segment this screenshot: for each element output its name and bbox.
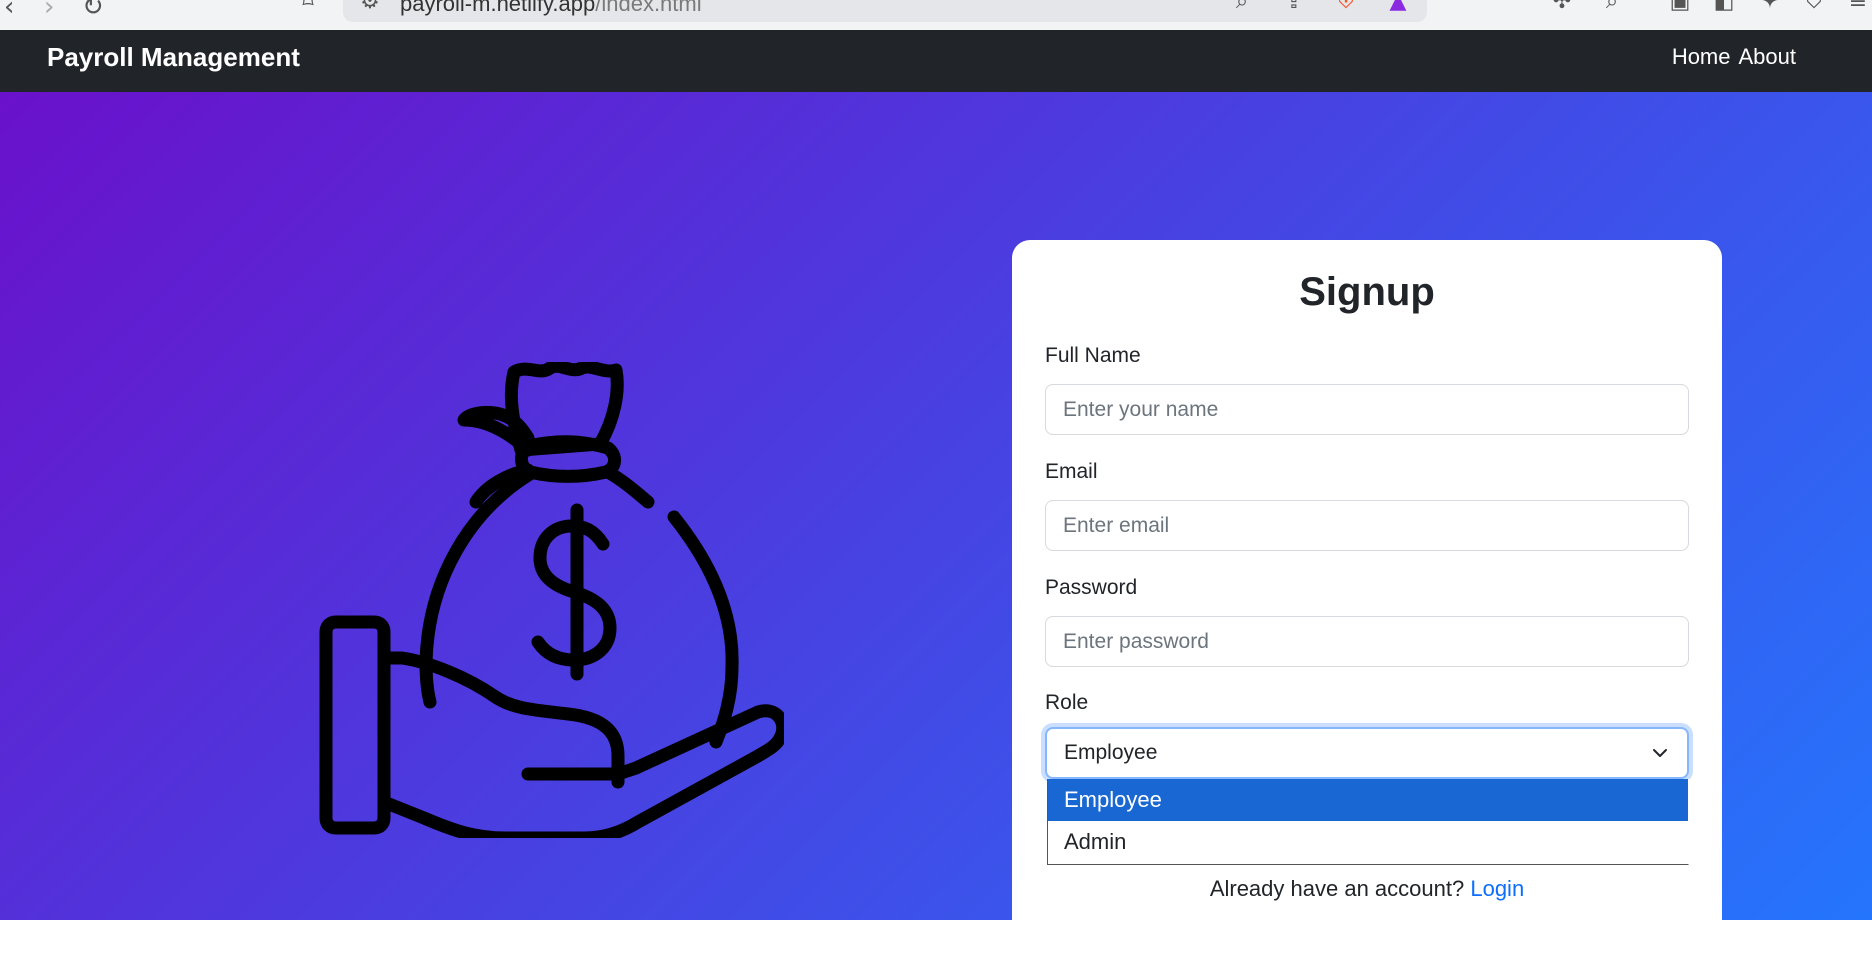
full-name-input[interactable] xyxy=(1045,384,1689,435)
email-label: Email xyxy=(1045,460,1098,483)
forward-icon[interactable]: › xyxy=(44,0,54,22)
bookmark-icon[interactable]: ⌑ xyxy=(296,0,320,14)
role-select[interactable]: Employee xyxy=(1045,727,1689,779)
menu-icon[interactable]: ≡ xyxy=(1846,0,1870,14)
url-host: payroll-m.netlify.app xyxy=(400,0,596,16)
role-label: Role xyxy=(1045,691,1089,714)
role-dropdown-list: Employee Admin xyxy=(1047,779,1689,865)
brave-shield-icon[interactable]: ⛨ xyxy=(1334,0,1358,14)
nav-link-home[interactable]: Home xyxy=(1672,44,1731,70)
chevron-down-icon xyxy=(1653,749,1667,757)
zoom-icon[interactable]: ⌕ xyxy=(1230,0,1254,14)
extensions-icon[interactable]: ✣ xyxy=(1550,0,1574,14)
login-prompt-text: Already have an account? xyxy=(1209,876,1465,901)
role-option-employee[interactable]: Employee xyxy=(1048,779,1688,821)
full-name-label: Full Name xyxy=(1045,344,1141,367)
leo-ai-icon[interactable]: ✦ xyxy=(1758,0,1782,14)
role-option-admin[interactable]: Admin xyxy=(1048,821,1688,863)
vpn-icon[interactable]: ⛉ xyxy=(1802,0,1826,14)
reload-icon[interactable]: ↻ xyxy=(82,0,104,22)
navbar: Payroll Management Home About xyxy=(0,30,1872,92)
url-text[interactable]: payroll-m.netlify.app/index.html xyxy=(400,0,702,17)
share-icon[interactable]: ⇪ xyxy=(1282,0,1306,14)
url-path: /index.html xyxy=(595,0,702,16)
split-view-icon[interactable]: ◧ xyxy=(1712,0,1736,14)
password-input[interactable] xyxy=(1045,616,1689,667)
browser-toolbar: ‹ › ↻ ⌑ ⚙ payroll-m.netlify.app/index.ht… xyxy=(0,0,1872,30)
login-link[interactable]: Login xyxy=(1470,876,1524,901)
nav-link-about[interactable]: About xyxy=(1739,44,1797,70)
site-settings-icon[interactable]: ⚙ xyxy=(358,0,382,14)
email-input[interactable] xyxy=(1045,500,1689,551)
role-select-value: Employee xyxy=(1064,741,1158,764)
sidebar-icon[interactable]: ▣ xyxy=(1668,0,1692,14)
back-icon[interactable]: ‹ xyxy=(4,0,14,22)
rewards-icon[interactable]: ▲ xyxy=(1386,0,1410,14)
login-prompt: Already have an account? Login xyxy=(1012,876,1722,902)
signup-card: Signup Full Name Email Password Role Emp… xyxy=(1012,240,1722,960)
money-bag-on-hand-icon xyxy=(319,362,784,838)
signup-title: Signup xyxy=(1299,270,1435,314)
navbar-brand[interactable]: Payroll Management xyxy=(47,42,300,73)
password-label: Password xyxy=(1045,576,1138,599)
nav-links: Home About xyxy=(1672,44,1796,70)
search-tab-icon[interactable]: ⌕ xyxy=(1600,0,1624,14)
hero-section: Signup Full Name Email Password Role Emp… xyxy=(0,92,1872,960)
